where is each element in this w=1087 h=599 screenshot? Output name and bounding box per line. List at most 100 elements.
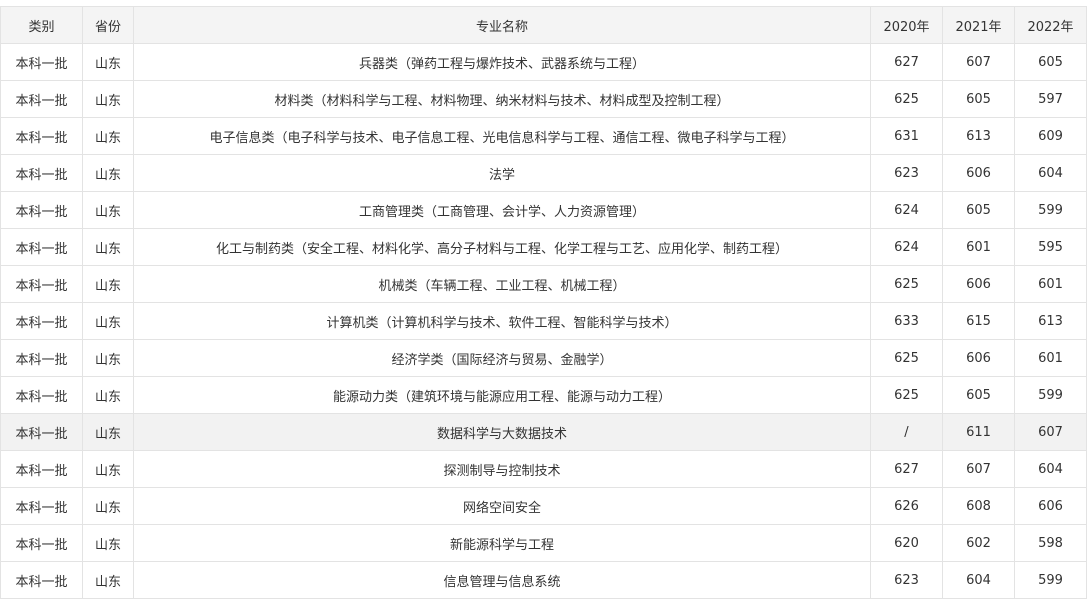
cell-2021: 607 (942, 43, 1015, 81)
cell-major: 经济学类（国际经济与贸易、金融学） (133, 339, 871, 377)
cell-province: 山东 (82, 561, 134, 599)
cell-province: 山东 (82, 154, 134, 192)
header-major: 专业名称 (133, 6, 871, 44)
cell-type: 本科一批 (0, 117, 83, 155)
table-row: 本科一批 山东 法学 623 606 604 (0, 154, 1087, 192)
cell-2021: 604 (942, 561, 1015, 599)
cell-province: 山东 (82, 413, 134, 451)
header-province: 省份 (82, 6, 134, 44)
cell-2020: 620 (870, 524, 943, 562)
table-row: 本科一批 山东 工商管理类（工商管理、会计学、人力资源管理） 624 605 5… (0, 191, 1087, 229)
cell-2020: 625 (870, 265, 943, 303)
cell-major: 数据科学与大数据技术 (133, 413, 871, 451)
cell-2020: 633 (870, 302, 943, 340)
cell-major: 能源动力类（建筑环境与能源应用工程、能源与动力工程） (133, 376, 871, 414)
cell-major: 电子信息类（电子科学与技术、电子信息工程、光电信息科学与工程、通信工程、微电子科… (133, 117, 871, 155)
cell-2022: 605 (1014, 43, 1087, 81)
cell-2021: 606 (942, 339, 1015, 377)
cell-2021: 613 (942, 117, 1015, 155)
cell-major: 化工与制药类（安全工程、材料化学、高分子材料与工程、化学工程与工艺、应用化学、制… (133, 228, 871, 266)
cell-major: 信息管理与信息系统 (133, 561, 871, 599)
cell-2022: 604 (1014, 450, 1087, 488)
cell-type: 本科一批 (0, 376, 83, 414)
cell-province: 山东 (82, 80, 134, 118)
cell-2021: 615 (942, 302, 1015, 340)
table-row: 本科一批 山东 探测制导与控制技术 627 607 604 (0, 450, 1087, 488)
cell-type: 本科一批 (0, 228, 83, 266)
cell-2022: 601 (1014, 265, 1087, 303)
cell-major: 工商管理类（工商管理、会计学、人力资源管理） (133, 191, 871, 229)
table-row: 本科一批 山东 兵器类（弹药工程与爆炸技术、武器系统与工程） 627 607 6… (0, 43, 1087, 81)
cell-province: 山东 (82, 339, 134, 377)
cell-2020: 623 (870, 561, 943, 599)
table-row: 本科一批 山东 数据科学与大数据技术 / 611 607 (0, 413, 1087, 451)
cell-2020: 631 (870, 117, 943, 155)
table-row: 本科一批 山东 经济学类（国际经济与贸易、金融学） 625 606 601 (0, 339, 1087, 377)
cell-type: 本科一批 (0, 191, 83, 229)
cell-2022: 597 (1014, 80, 1087, 118)
header-type: 类别 (0, 6, 83, 44)
table-row: 本科一批 山东 计算机类（计算机科学与技术、软件工程、智能科学与技术） 633 … (0, 302, 1087, 340)
cell-major: 兵器类（弹药工程与爆炸技术、武器系统与工程） (133, 43, 871, 81)
cell-type: 本科一批 (0, 265, 83, 303)
table-row: 本科一批 山东 机械类（车辆工程、工业工程、机械工程） 625 606 601 (0, 265, 1087, 303)
cell-major: 网络空间安全 (133, 487, 871, 525)
table-row: 本科一批 山东 信息管理与信息系统 623 604 599 (0, 561, 1087, 599)
cell-2020: / (870, 413, 943, 451)
cell-province: 山东 (82, 524, 134, 562)
table-row: 本科一批 山东 电子信息类（电子科学与技术、电子信息工程、光电信息科学与工程、通… (0, 117, 1087, 155)
cell-province: 山东 (82, 228, 134, 266)
table-row: 本科一批 山东 能源动力类（建筑环境与能源应用工程、能源与动力工程） 625 6… (0, 376, 1087, 414)
cell-type: 本科一批 (0, 154, 83, 192)
cell-type: 本科一批 (0, 339, 83, 377)
cell-major: 新能源科学与工程 (133, 524, 871, 562)
cell-2022: 607 (1014, 413, 1087, 451)
cell-2022: 613 (1014, 302, 1087, 340)
table-row: 本科一批 山东 化工与制药类（安全工程、材料化学、高分子材料与工程、化学工程与工… (0, 228, 1087, 266)
cell-type: 本科一批 (0, 561, 83, 599)
cell-2022: 604 (1014, 154, 1087, 192)
cell-2021: 602 (942, 524, 1015, 562)
table-row: 本科一批 山东 材料类（材料科学与工程、材料物理、纳米材料与技术、材料成型及控制… (0, 80, 1087, 118)
header-2021: 2021年 (942, 6, 1015, 44)
cell-2020: 625 (870, 339, 943, 377)
cell-province: 山东 (82, 450, 134, 488)
cell-type: 本科一批 (0, 43, 83, 81)
cell-2020: 623 (870, 154, 943, 192)
table-row: 本科一批 山东 新能源科学与工程 620 602 598 (0, 524, 1087, 562)
cell-province: 山东 (82, 191, 134, 229)
cell-major: 法学 (133, 154, 871, 192)
cell-type: 本科一批 (0, 524, 83, 562)
cell-province: 山东 (82, 265, 134, 303)
cell-2022: 598 (1014, 524, 1087, 562)
table-header-row: 类别 省份 专业名称 2020年 2021年 2022年 (0, 6, 1087, 44)
cell-province: 山东 (82, 487, 134, 525)
cell-type: 本科一批 (0, 413, 83, 451)
cell-type: 本科一批 (0, 80, 83, 118)
cell-2022: 599 (1014, 376, 1087, 414)
cell-province: 山东 (82, 302, 134, 340)
header-2022: 2022年 (1014, 6, 1087, 44)
cell-2020: 625 (870, 376, 943, 414)
cell-type: 本科一批 (0, 487, 83, 525)
cell-2020: 627 (870, 43, 943, 81)
cell-2020: 624 (870, 191, 943, 229)
cell-2021: 606 (942, 265, 1015, 303)
cell-major: 机械类（车辆工程、工业工程、机械工程） (133, 265, 871, 303)
cell-major: 计算机类（计算机科学与技术、软件工程、智能科学与技术） (133, 302, 871, 340)
cell-province: 山东 (82, 43, 134, 81)
cell-type: 本科一批 (0, 302, 83, 340)
cell-2020: 625 (870, 80, 943, 118)
table-row: 本科一批 山东 网络空间安全 626 608 606 (0, 487, 1087, 525)
cell-2022: 595 (1014, 228, 1087, 266)
cell-2021: 605 (942, 376, 1015, 414)
admission-scores-table: 类别 省份 专业名称 2020年 2021年 2022年 本科一批 山东 兵器类… (0, 6, 1087, 599)
cell-2022: 599 (1014, 561, 1087, 599)
cell-province: 山东 (82, 117, 134, 155)
cell-major: 探测制导与控制技术 (133, 450, 871, 488)
cell-2021: 611 (942, 413, 1015, 451)
cell-2022: 606 (1014, 487, 1087, 525)
cell-2021: 607 (942, 450, 1015, 488)
header-2020: 2020年 (870, 6, 943, 44)
cell-2021: 605 (942, 80, 1015, 118)
